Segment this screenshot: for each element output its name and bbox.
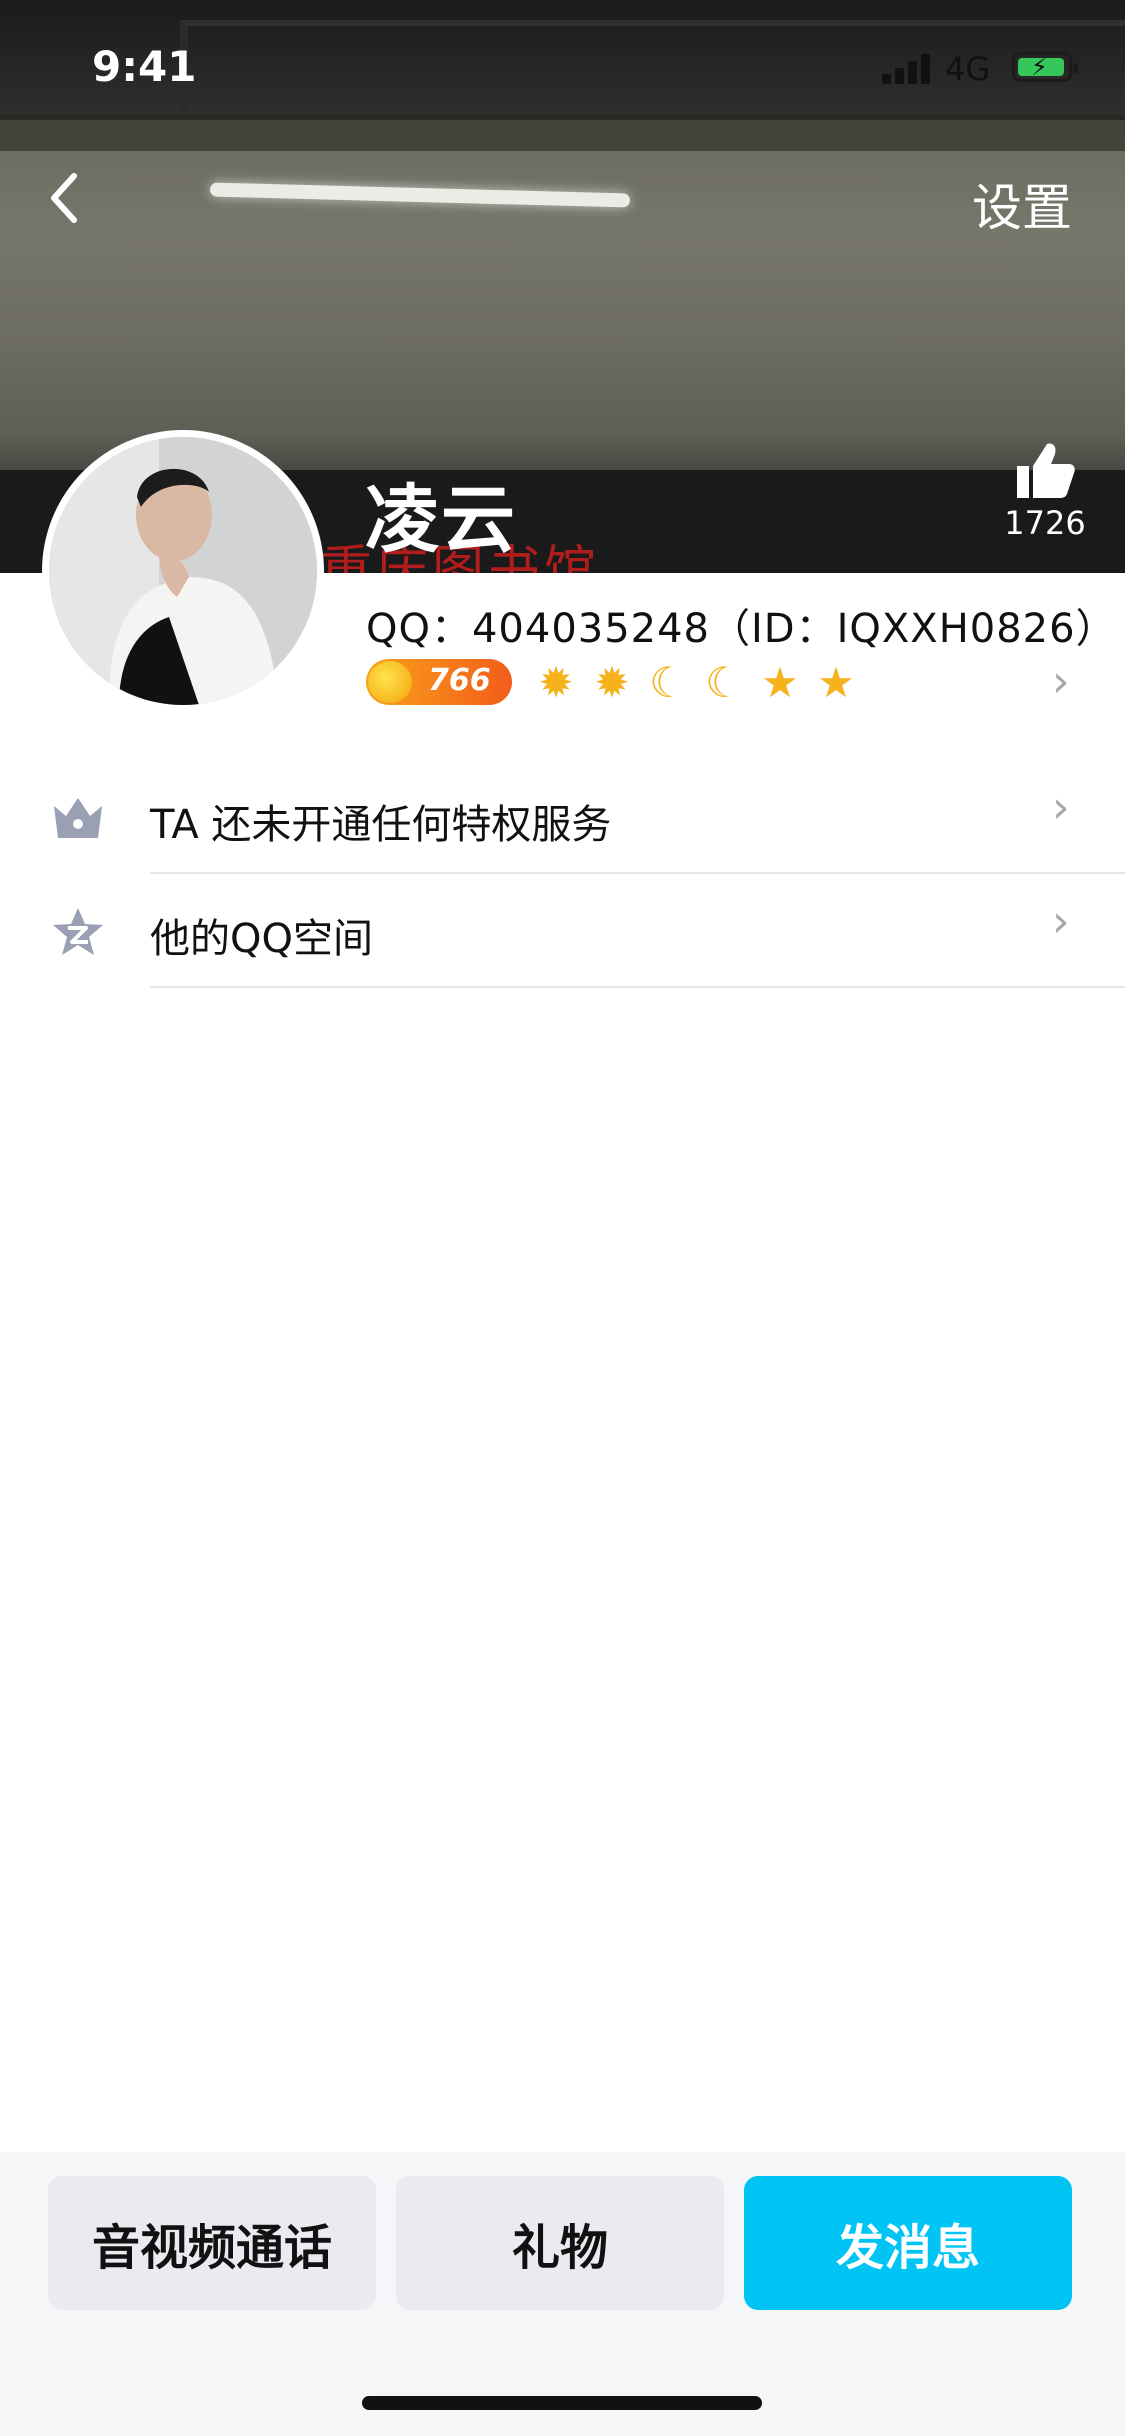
star-icon: ★ [817,657,855,707]
cover-light [209,182,631,208]
chevron-left-icon [51,173,77,223]
settings-button[interactable]: 设置 [972,168,1072,240]
crown-icon [54,798,102,838]
chevron-right-icon: › [1052,896,1070,947]
star-icon: ★ [761,657,799,707]
avatar[interactable] [42,430,324,712]
moon-icon: ☾ [705,657,743,707]
send-message-button[interactable]: 发消息 [744,2176,1072,2310]
avatar-photo [49,437,317,705]
moon-icon: ☾ [649,657,687,707]
qzone-label: 他的QQ空间 [150,916,373,962]
profile-page: 重庆图书馆 9:41 4G ⚡ 设置 凌云 1726 QQ：404035248（… [0,0,1125,2436]
network-type: 4G [945,50,991,88]
home-indicator[interactable] [362,2396,762,2410]
qzone-star-icon [53,908,103,955]
chevron-right-icon: › [1052,656,1070,707]
coin-icon [368,661,412,703]
list-item-privilege[interactable]: TA 还未开通任何特权服务 › [0,762,1125,874]
like-button[interactable]: 1726 [1000,440,1090,542]
divider [150,872,1125,874]
list-item-qzone[interactable]: 他的QQ空间 › [0,876,1125,988]
status-time: 9:41 [92,42,197,91]
status-bar: 9:41 4G ⚡ [0,0,1125,140]
level-coin-badge: 766 [366,659,512,705]
privilege-label: TA 还未开通任何特权服务 [150,802,612,848]
back-button[interactable] [46,168,106,228]
level-badges: ✹ ✹ ☾ ☾ ★ ★ [531,657,861,707]
like-count: 1726 [1004,504,1086,542]
chevron-right-icon: › [1052,782,1070,833]
profile-name: 凌云 [365,477,517,563]
qq-number: QQ：404035248（ID：IQXXH0826） [366,606,1117,652]
level-number: 766 [428,663,491,698]
sun-icon: ✹ [538,657,574,707]
battery-icon: ⚡ [1012,52,1078,82]
qq-level-row[interactable]: 766 ✹ ✹ ☾ ☾ ★ ★ [366,655,1106,711]
thumbs-up-icon [1017,443,1075,498]
gift-button[interactable]: 礼物 [396,2176,724,2310]
divider [150,986,1125,988]
av-call-button[interactable]: 音视频通话 [48,2176,376,2310]
signal-icon [882,52,934,84]
sun-icon: ✹ [594,657,630,707]
